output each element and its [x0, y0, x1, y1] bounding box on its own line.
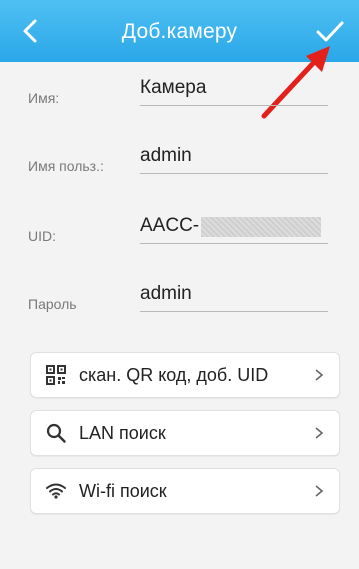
qr-code-icon	[45, 364, 67, 386]
wifi-icon	[45, 480, 67, 502]
page-title: Доб.камеру	[121, 20, 238, 43]
uid-row: UID: AACC-	[0, 200, 359, 262]
username-label: Имя польз.:	[28, 158, 104, 174]
password-value: admin	[140, 283, 192, 304]
uid-redaction	[201, 217, 322, 237]
confirm-button[interactable]	[315, 20, 345, 44]
lan-search-button[interactable]: LAN поиск	[30, 410, 340, 456]
name-row: Имя: Камера	[0, 62, 359, 124]
password-input[interactable]: admin	[140, 278, 328, 312]
username-input[interactable]: admin	[140, 140, 328, 174]
password-row: Пароль admin	[0, 268, 359, 330]
chevron-right-icon	[313, 427, 325, 439]
username-row: Имя польз.: admin	[0, 130, 359, 192]
uid-input[interactable]: AACC-	[140, 210, 328, 244]
search-icon	[45, 422, 67, 444]
scan-qr-label: скан. QR код, доб. UID	[79, 364, 269, 385]
top-bar: Доб.камеру	[0, 0, 359, 62]
name-label: Имя:	[28, 90, 60, 106]
uid-value: AACC-	[140, 215, 200, 236]
checkmark-icon	[316, 21, 344, 42]
username-value: admin	[140, 145, 192, 166]
password-label: Пароль	[28, 296, 77, 312]
chevron-right-icon	[313, 485, 325, 497]
wifi-search-label: Wi-fi поиск	[79, 480, 167, 501]
uid-label: UID:	[28, 228, 56, 244]
scan-qr-button[interactable]: скан. QR код, доб. UID	[30, 352, 340, 398]
lan-search-label: LAN поиск	[79, 422, 166, 443]
chevron-right-icon	[313, 369, 325, 381]
wifi-search-button[interactable]: Wi-fi поиск	[30, 468, 340, 514]
name-value: Камера	[140, 77, 207, 98]
name-input[interactable]: Камера	[140, 72, 328, 106]
